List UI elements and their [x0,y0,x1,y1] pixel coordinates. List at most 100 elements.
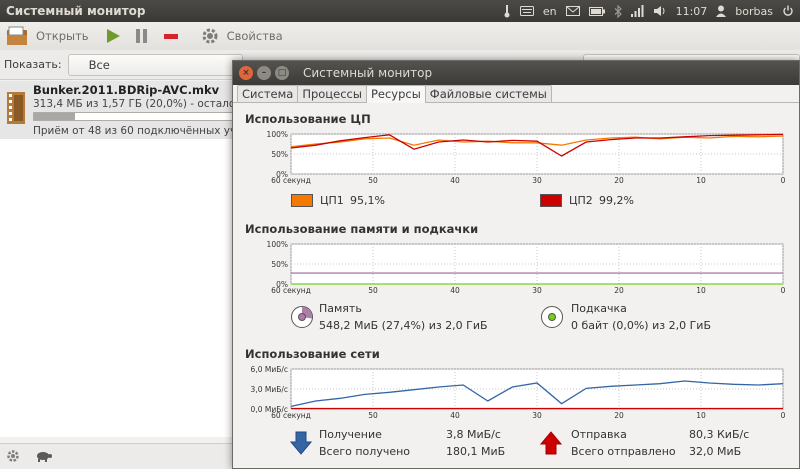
top-panel: Системный монитор en 11:07 borbas [0,0,800,22]
recv-rate: 3,8 МиБ/с [446,428,501,441]
cpu1-value: 95,1% [350,194,385,207]
torrent-progress-bar [33,112,240,121]
memory-pie-icon[interactable] [290,305,314,329]
minimize-button[interactable]: – [257,66,271,80]
memory-label: Память [319,302,362,315]
recv-total-label: Всего получено [319,445,411,458]
mail-icon[interactable] [565,6,580,16]
open-icon[interactable] [6,26,28,46]
remove-icon[interactable] [163,28,179,44]
y-tick-label: 100% [267,130,288,139]
bluetooth-icon[interactable] [614,4,622,18]
x-tick-label: 50 [368,286,378,295]
memory-heading: Использование памяти и подкачки [245,222,479,236]
tab-resources[interactable]: Ресурсы [365,85,426,103]
y-tick-label: 3,0 МиБ/с [251,385,288,394]
show-label: Показать: [4,58,62,71]
power-icon[interactable] [782,5,794,17]
swap-label: Подкачка [571,302,627,315]
active-app-title: Системный монитор [6,4,146,18]
x-tick-label: 0 [781,286,786,295]
recv-label: Получение [319,428,382,441]
send-label: Отправка [571,428,627,441]
tab-system[interactable]: Система [237,85,299,102]
x-tick-label: 60 секунд [271,176,311,185]
cpu2-color-swatch[interactable] [540,194,562,207]
video-file-icon [6,91,26,125]
system-monitor-window: × – □ Системный монитор Система Процессы… [232,60,800,469]
window-titlebar[interactable]: × – □ Системный монитор [233,61,799,85]
tab-filesystems[interactable]: Файловые системы [424,85,552,102]
upload-arrow-icon [540,431,562,455]
keyboard-icon[interactable] [519,6,534,16]
x-tick-label: 10 [696,286,706,295]
play-icon[interactable] [105,28,121,44]
desktop: Системный монитор en 11:07 borbas Открыт… [0,0,800,469]
cpu-graph: 0%50%100%60 секунд 50 40 30 20 10 0 [267,130,786,185]
y-tick-label: 6,0 МиБ/с [251,365,288,374]
pause-icon[interactable] [135,28,149,44]
settings-icon[interactable] [6,449,20,463]
send-total: 32,0 МиБ [689,445,742,458]
x-tick-label: 0 [781,176,786,185]
x-tick-label: 40 [450,176,460,185]
send-rate: 80,3 КиБ/с [689,428,750,441]
x-tick-label: 10 [696,411,706,420]
network-graph: 0,0 МиБ/с3,0 МиБ/с6,0 МиБ/с60 секунд 50 40… [251,365,786,420]
network-heading: Использование сети [245,347,380,361]
user-icon[interactable] [716,5,727,17]
x-tick-label: 60 секунд [271,286,311,295]
gear-icon[interactable] [201,27,219,45]
resources-panel: Использование ЦП 0% 50% 100% 60 секунд 50 40 3… [233,104,799,468]
cpu2-label: ЦП2 [569,194,593,207]
cpu1-color-swatch[interactable] [291,194,313,207]
x-tick-label: 20 [614,411,624,420]
x-tick-label: 30 [532,176,542,185]
cpu-heading: Использование ЦП [245,112,371,126]
network-icon[interactable] [630,5,644,17]
x-tick-label: 0 [781,411,786,420]
x-tick-label: 30 [532,411,542,420]
x-tick-label: 50 [368,411,378,420]
close-button[interactable]: × [239,66,253,80]
transmission-toolbar: Открыть Свойства [0,22,800,50]
send-total-label: Всего отправлено [571,445,676,458]
pie-center [298,313,306,321]
properties-button[interactable]: Свойства [227,29,283,43]
torrent-name: Bunker.2011.BDRip-AVC.mkv [33,83,220,97]
user-name[interactable]: borbas [735,5,773,18]
x-tick-label: 30 [532,286,542,295]
pie-center [548,313,556,321]
x-tick-label: 60 секунд [271,411,311,420]
cpu2-value: 99,2% [599,194,634,207]
x-tick-label: 10 [696,176,706,185]
tab-bar: Система Процессы Ресурсы Файловые систем… [233,85,799,103]
torrent-row[interactable]: Bunker.2011.BDRip-AVC.mkv 313,4 МБ из 1,… [0,81,287,139]
x-tick-label: 20 [614,176,624,185]
open-button[interactable]: Открыть [36,29,89,43]
y-tick-label: 50% [271,150,288,159]
battery-icon[interactable] [588,6,605,16]
window-title: Системный монитор [303,66,433,80]
cpu1-label: ЦП1 [320,194,344,207]
maximize-button[interactable]: □ [275,66,289,80]
y-tick-label: 50% [271,260,288,269]
download-arrow-icon [290,431,312,455]
tab-processes[interactable]: Процессы [297,85,367,102]
swap-value: 0 байт (0,0%) из 2,0 ГиБ [571,319,711,332]
memory-value: 548,2 МиБ (27,4%) из 2,0 ГиБ [319,319,488,332]
recv-total: 180,1 МиБ [446,445,506,458]
memory-graph: 0%50%100%60 секунд 50 40 30 20 10 0 [267,240,786,295]
filter-combo[interactable]: Все [67,53,243,76]
x-tick-label: 20 [614,286,624,295]
x-tick-label: 50 [368,176,378,185]
x-tick-label: 40 [450,411,460,420]
volume-icon[interactable] [653,5,667,17]
turtle-icon[interactable] [36,450,52,462]
x-tick-label: 40 [450,286,460,295]
keyboard-layout[interactable]: en [543,5,557,18]
y-tick-label: 100% [267,240,288,249]
clock[interactable]: 11:07 [676,5,708,18]
thermometer-icon[interactable] [503,4,511,18]
swap-pie-icon[interactable] [540,305,564,329]
